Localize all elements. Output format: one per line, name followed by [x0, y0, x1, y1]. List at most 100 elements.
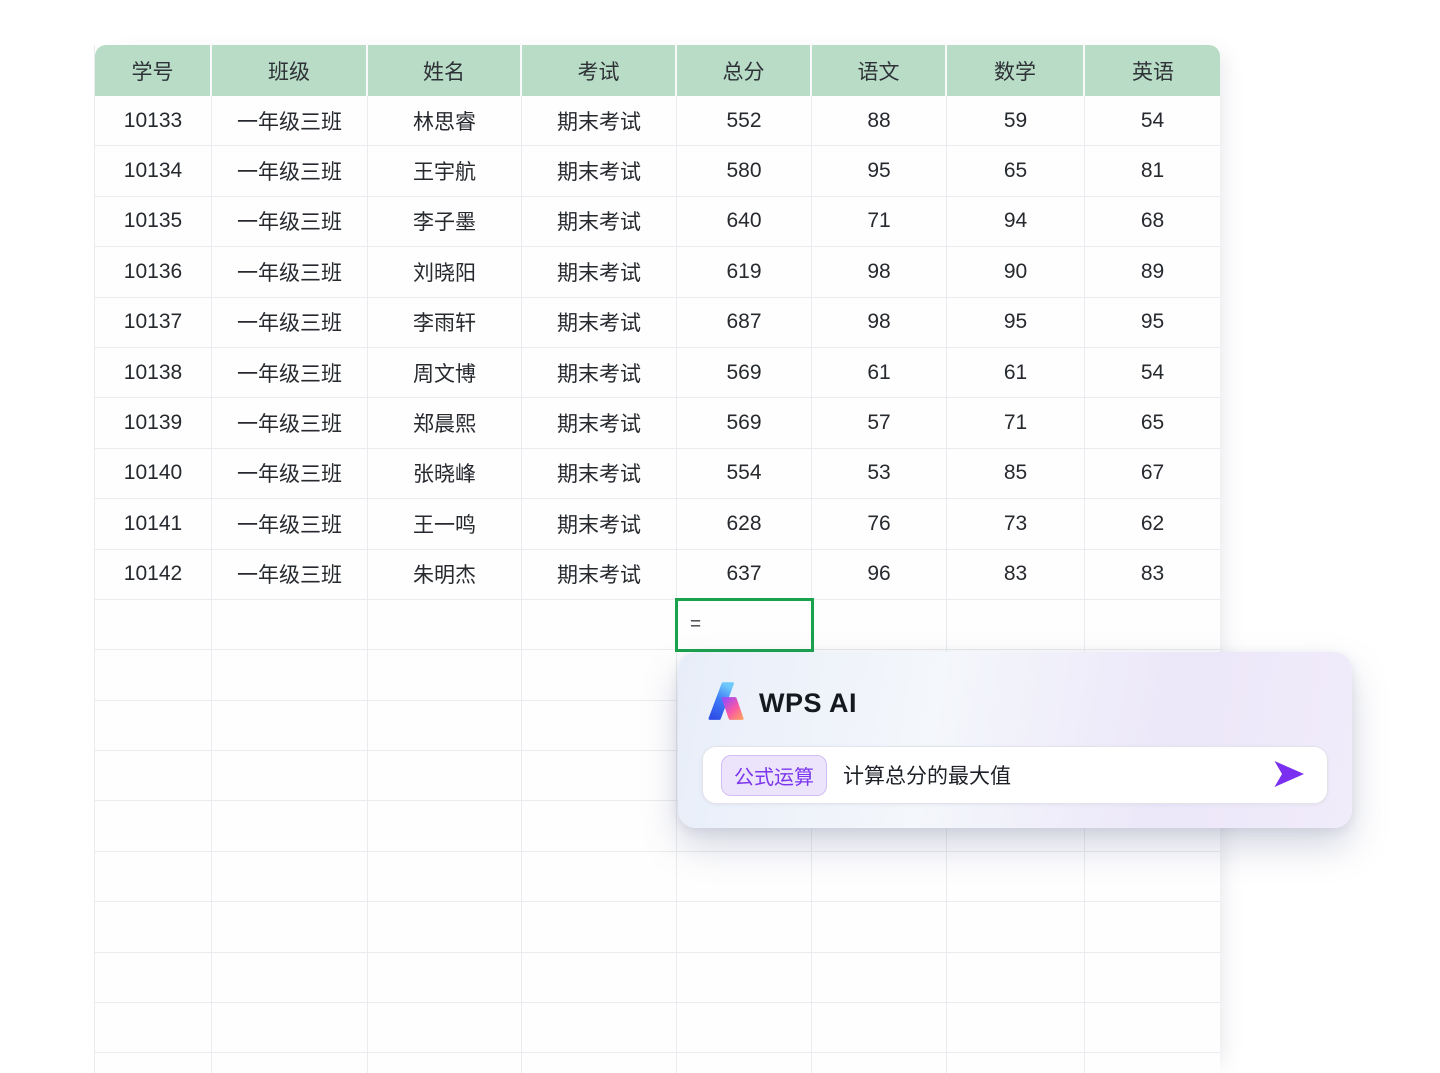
table-cell[interactable]: 10136: [95, 247, 212, 296]
table-cell[interactable]: [1085, 1053, 1220, 1073]
table-cell[interactable]: [1085, 902, 1220, 951]
table-cell[interactable]: 张晓峰: [368, 449, 522, 498]
header-cell[interactable]: 语文: [812, 45, 947, 96]
table-cell[interactable]: [522, 801, 677, 850]
table-cell[interactable]: 10133: [95, 96, 212, 145]
table-cell[interactable]: 71: [947, 398, 1085, 447]
table-cell[interactable]: [95, 902, 212, 951]
table-cell[interactable]: [95, 600, 212, 649]
table-cell[interactable]: [677, 852, 812, 901]
table-cell[interactable]: 王宇航: [368, 146, 522, 195]
table-cell[interactable]: 期末考试: [522, 348, 677, 397]
table-cell[interactable]: [812, 902, 947, 951]
table-cell[interactable]: [212, 600, 368, 649]
table-cell[interactable]: 一年级三班: [212, 398, 368, 447]
table-cell[interactable]: 628: [677, 499, 812, 548]
table-cell[interactable]: 552: [677, 96, 812, 145]
table-cell[interactable]: 95: [812, 146, 947, 195]
table-cell[interactable]: [677, 1003, 812, 1052]
table-cell[interactable]: [212, 701, 368, 750]
header-cell[interactable]: 英语: [1085, 45, 1220, 96]
table-cell[interactable]: [212, 902, 368, 951]
table-cell[interactable]: [368, 953, 522, 1002]
table-cell[interactable]: 10134: [95, 146, 212, 195]
table-cell[interactable]: 李雨轩: [368, 298, 522, 347]
active-cell[interactable]: =: [675, 598, 814, 652]
table-cell[interactable]: [812, 1053, 947, 1073]
table-cell[interactable]: 569: [677, 348, 812, 397]
table-cell[interactable]: 95: [947, 298, 1085, 347]
table-cell[interactable]: 周文博: [368, 348, 522, 397]
table-cell[interactable]: 一年级三班: [212, 449, 368, 498]
header-cell[interactable]: 考试: [522, 45, 677, 96]
header-cell[interactable]: 姓名: [368, 45, 522, 96]
table-cell[interactable]: [947, 1003, 1085, 1052]
table-cell[interactable]: 619: [677, 247, 812, 296]
table-cell[interactable]: [677, 902, 812, 951]
table-cell[interactable]: 554: [677, 449, 812, 498]
table-cell[interactable]: 10141: [95, 499, 212, 548]
table-cell[interactable]: 89: [1085, 247, 1220, 296]
table-cell[interactable]: 62: [1085, 499, 1220, 548]
table-cell[interactable]: 一年级三班: [212, 499, 368, 548]
table-cell[interactable]: 10139: [95, 398, 212, 447]
table-cell[interactable]: 期末考试: [522, 550, 677, 599]
header-cell[interactable]: 总分: [677, 45, 812, 96]
table-cell[interactable]: 57: [812, 398, 947, 447]
table-cell[interactable]: 640: [677, 197, 812, 246]
table-cell[interactable]: 一年级三班: [212, 348, 368, 397]
table-cell[interactable]: 一年级三班: [212, 247, 368, 296]
table-cell[interactable]: 54: [1085, 348, 1220, 397]
header-cell[interactable]: 数学: [947, 45, 1085, 96]
table-cell[interactable]: [368, 701, 522, 750]
table-cell[interactable]: 95: [1085, 298, 1220, 347]
table-cell[interactable]: [1085, 600, 1220, 649]
table-cell[interactable]: 81: [1085, 146, 1220, 195]
table-cell[interactable]: [368, 1053, 522, 1073]
table-cell[interactable]: 83: [947, 550, 1085, 599]
table-cell[interactable]: 10140: [95, 449, 212, 498]
table-cell[interactable]: 94: [947, 197, 1085, 246]
table-cell[interactable]: [368, 1003, 522, 1052]
table-cell[interactable]: 林思睿: [368, 96, 522, 145]
table-cell[interactable]: [677, 1053, 812, 1073]
table-cell[interactable]: [368, 650, 522, 699]
table-cell[interactable]: [95, 1003, 212, 1052]
table-cell[interactable]: 朱明杰: [368, 550, 522, 599]
table-cell[interactable]: 637: [677, 550, 812, 599]
table-cell[interactable]: [95, 1053, 212, 1073]
table-cell[interactable]: 10138: [95, 348, 212, 397]
table-cell[interactable]: 67: [1085, 449, 1220, 498]
table-cell[interactable]: [212, 852, 368, 901]
table-cell[interactable]: 569: [677, 398, 812, 447]
table-cell[interactable]: [212, 1003, 368, 1052]
table-cell[interactable]: [522, 600, 677, 649]
table-cell[interactable]: 10142: [95, 550, 212, 599]
table-cell[interactable]: 一年级三班: [212, 550, 368, 599]
table-cell[interactable]: 李子墨: [368, 197, 522, 246]
table-cell[interactable]: 59: [947, 96, 1085, 145]
table-cell[interactable]: [947, 902, 1085, 951]
table-cell[interactable]: [522, 902, 677, 951]
table-cell[interactable]: [947, 1053, 1085, 1073]
table-cell[interactable]: [95, 751, 212, 800]
table-cell[interactable]: [95, 953, 212, 1002]
table-cell[interactable]: 71: [812, 197, 947, 246]
table-cell[interactable]: [812, 852, 947, 901]
header-cell[interactable]: 学号: [95, 45, 212, 96]
ai-prompt-input[interactable]: 公式运算 计算总分的最大值: [702, 746, 1328, 804]
table-cell[interactable]: [368, 600, 522, 649]
table-cell[interactable]: 一年级三班: [212, 96, 368, 145]
table-cell[interactable]: [522, 852, 677, 901]
table-cell[interactable]: 96: [812, 550, 947, 599]
table-cell[interactable]: 61: [812, 348, 947, 397]
table-cell[interactable]: 郑晨熙: [368, 398, 522, 447]
table-cell[interactable]: 期末考试: [522, 146, 677, 195]
table-cell[interactable]: 580: [677, 146, 812, 195]
table-cell[interactable]: [95, 701, 212, 750]
table-cell[interactable]: [522, 650, 677, 699]
table-cell[interactable]: [95, 650, 212, 699]
table-cell[interactable]: 期末考试: [522, 247, 677, 296]
table-cell[interactable]: [212, 801, 368, 850]
table-cell[interactable]: 85: [947, 449, 1085, 498]
